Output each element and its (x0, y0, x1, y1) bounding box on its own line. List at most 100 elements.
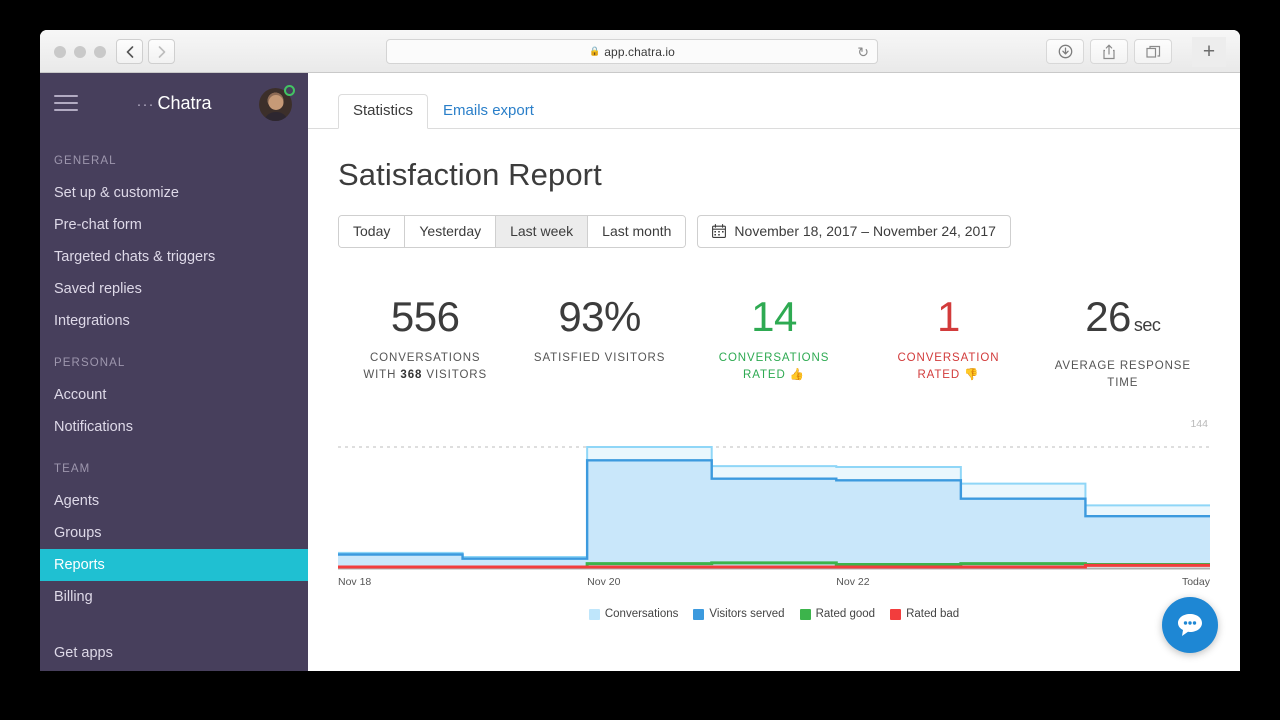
chart-x-tick-label: Nov 22 (836, 576, 870, 588)
legend-item-conversations[interactable]: Conversations (588, 608, 679, 620)
close-window-button[interactable] (54, 46, 66, 58)
sidebar-section-label: TEAM (54, 463, 91, 475)
minimize-window-button[interactable] (74, 46, 86, 58)
tabs-icon (1145, 45, 1160, 58)
downloads-button[interactable] (1046, 39, 1084, 64)
avatar-body (263, 112, 288, 121)
legend-item-visitors-served[interactable]: Visitors served (693, 608, 785, 620)
kpi-caption-line1: CONVERSATIONS (369, 352, 481, 364)
kpi-value-unit: sec (1133, 315, 1161, 335)
sidebar-item-billing[interactable]: Billing (40, 581, 308, 613)
thumbs-down-icon: 👎 (964, 369, 980, 381)
brand-dots: ··· (136, 96, 155, 113)
content-tabs: Statistics Emails export (308, 73, 1240, 129)
legend-label: Conversations (604, 608, 679, 620)
range-yesterday-button[interactable]: Yesterday (405, 216, 497, 247)
chart-gridline-label: 144 (1190, 418, 1208, 430)
toolbar-actions (1046, 39, 1172, 64)
legend-item-rated-bad[interactable]: Rated bad (890, 608, 959, 620)
chart-x-axis: Nov 18 Nov 20 Nov 22 Today (338, 576, 1210, 596)
chart-x-tick-label: Nov 18 (338, 576, 372, 588)
kpi-conversations: 556 CONVERSATIONS WITH 368 VISITORS (338, 294, 512, 392)
sidebar-item-saved-replies[interactable]: Saved replies (40, 273, 308, 305)
report-page: Satisfaction Report Today Yesterday Last… (308, 157, 1240, 620)
kpi-caption-line1: AVERAGE RESPONSE (1054, 360, 1191, 372)
tab-emails-export[interactable]: Emails export (428, 94, 549, 129)
kpi-caption-line1: CONVERSATION (897, 352, 1000, 364)
kpi-caption: CONVERSATION RATED 👎 (861, 350, 1035, 384)
sidebar-section-label: GENERAL (54, 155, 117, 167)
chart-container: 144 Nov 18 Nov 20 Nov 22 Today (338, 418, 1210, 604)
chart-legend: Conversations Visitors served Rated good… (338, 608, 1210, 620)
tab-statistics[interactable]: Statistics (338, 94, 429, 129)
kpi-conversations-rated-good: 14 CONVERSATIONS RATED 👍 (687, 294, 861, 392)
kpi-average-response-time: 26 sec AVERAGE RESPONSE TIME (1036, 294, 1210, 392)
range-last-week-button[interactable]: Last week (496, 216, 589, 247)
chart-x-tick-label: Today (1181, 576, 1210, 588)
sidebar-item-agents[interactable]: Agents (40, 485, 308, 517)
brand-name: Chatra (157, 93, 212, 113)
kpi-caption-pre: RATED (743, 369, 790, 381)
forward-button[interactable] (148, 39, 175, 64)
kpi-caption-pre: RATED (917, 369, 965, 381)
kpi-caption: AVERAGE RESPONSE TIME (1036, 358, 1210, 392)
browser-window: 🔒 app.chatra.io ↻ + ··· Chatra GENERAL S… (40, 30, 1240, 671)
sidebar-item-reports[interactable]: Reports (40, 549, 308, 581)
window-traffic-lights (54, 46, 106, 58)
kpi-caption: SATISFIED VISITORS (512, 350, 686, 367)
main-content: Statistics Emails export Satisfaction Re… (308, 73, 1240, 671)
sidebar: ··· Chatra GENERAL Set up & customize Pre… (40, 73, 308, 671)
sidebar-section-personal: PERSONAL Account Notifications (40, 357, 308, 443)
kpi-caption-bold: 368 (400, 369, 423, 381)
chat-widget-button[interactable] (1162, 597, 1218, 653)
share-button[interactable] (1090, 39, 1128, 64)
kpi-caption-line1: SATISFIED VISITORS (533, 352, 666, 364)
avatar-face (268, 95, 283, 111)
range-preset-group: Today Yesterday Last week Last month (338, 215, 687, 248)
show-tabs-button[interactable] (1134, 39, 1172, 64)
sidebar-header: ··· Chatra (40, 73, 308, 135)
kpi-value: 1 (936, 293, 960, 340)
url-text: app.chatra.io (604, 44, 675, 59)
sidebar-item-notifications[interactable]: Notifications (40, 411, 308, 443)
sidebar-item-targeted-chats-triggers[interactable]: Targeted chats & triggers (40, 241, 308, 273)
reload-button[interactable]: ↻ (857, 44, 869, 60)
kpi-value-number: 26 (1085, 293, 1131, 340)
date-range-picker[interactable]: November 18, 2017 – November 24, 2017 (697, 215, 1011, 248)
sidebar-item-setup-customize[interactable]: Set up & customize (40, 177, 308, 209)
sidebar-item-account[interactable]: Account (40, 379, 308, 411)
legend-label: Visitors served (709, 608, 785, 620)
legend-label: Rated good (815, 608, 876, 620)
download-icon (1058, 44, 1072, 59)
back-button[interactable] (116, 39, 143, 64)
kpi-row: 556 CONVERSATIONS WITH 368 VISITORS 93% … (338, 294, 1210, 392)
legend-swatch (693, 608, 705, 620)
chevron-left-icon (126, 45, 133, 58)
kpi-satisfied-visitors: 93% SATISFIED VISITORS (512, 294, 686, 392)
kpi-conversations-rated-bad: 1 CONVERSATION RATED 👎 (861, 294, 1035, 392)
online-status-icon (284, 85, 295, 96)
sidebar-item-get-apps[interactable]: Get apps (40, 637, 308, 669)
address-bar[interactable]: 🔒 app.chatra.io ↻ (386, 39, 878, 64)
range-today-button[interactable]: Today (339, 216, 406, 247)
kpi-caption: CONVERSATIONS WITH 368 VISITORS (338, 350, 512, 384)
legend-item-rated-good[interactable]: Rated good (799, 608, 876, 620)
sidebar-item-integrations[interactable]: Integrations (40, 305, 308, 337)
range-last-month-button[interactable]: Last month (588, 216, 686, 247)
chart-svg (338, 434, 1210, 574)
lock-icon: 🔒 (589, 46, 601, 56)
new-tab-button[interactable]: + (1192, 37, 1226, 67)
kpi-value: 93% (558, 293, 641, 340)
chevron-right-icon (158, 45, 165, 58)
navigation-buttons (116, 39, 175, 64)
chat-bubble-icon (1178, 614, 1202, 636)
kpi-caption-post: VISITORS (422, 369, 488, 381)
maximize-window-button[interactable] (94, 46, 106, 58)
sidebar-item-groups[interactable]: Groups (40, 517, 308, 549)
kpi-value: 14 (751, 293, 797, 340)
kpi-caption-pre: TIME (1107, 377, 1139, 389)
chart-x-tick-label: Nov 20 (587, 576, 621, 588)
satisfaction-chart (338, 434, 1210, 574)
sidebar-item-pre-chat-form[interactable]: Pre-chat form (40, 209, 308, 241)
